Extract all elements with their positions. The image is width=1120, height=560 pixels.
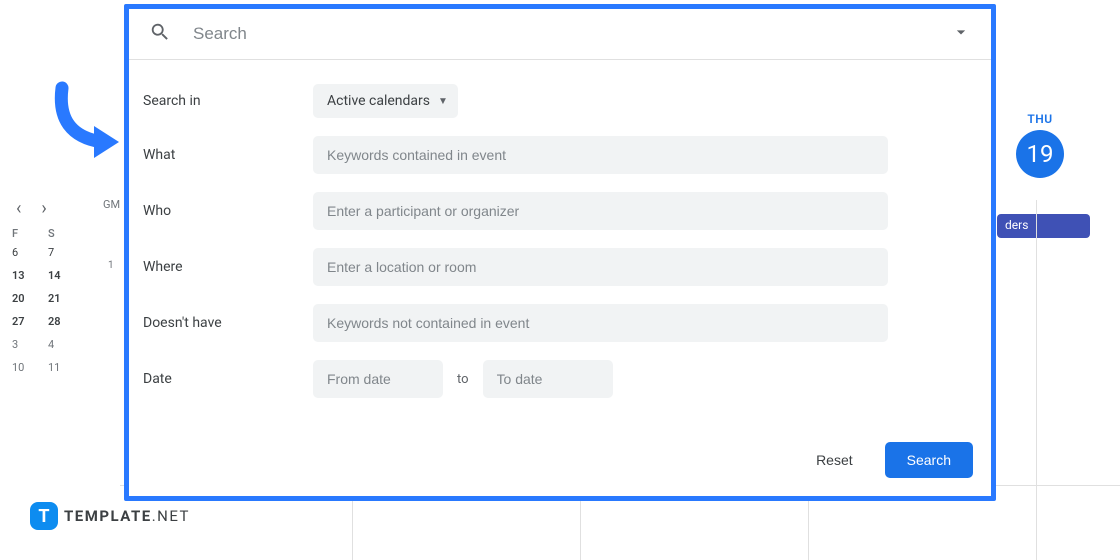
who-label: Who — [143, 203, 313, 219]
doesnt-have-input[interactable] — [313, 304, 888, 342]
mini-prev-icon[interactable]: ‹ — [16, 198, 21, 219]
date-to-label: to — [457, 372, 469, 387]
who-input[interactable] — [313, 192, 888, 230]
from-date-input[interactable] — [313, 360, 443, 398]
search-panel: Search in Active calendars ▼ What Who W — [124, 4, 996, 501]
search-in-label: Search in — [143, 93, 313, 109]
where-label: Where — [143, 259, 313, 275]
search-button[interactable]: Search — [885, 442, 973, 478]
doesnt-have-label: Doesn't have — [143, 315, 313, 331]
form-actions: Reset Search — [129, 436, 991, 496]
to-date-input[interactable] — [483, 360, 613, 398]
search-in-value: Active calendars — [327, 93, 430, 109]
timezone-label: GM — [103, 198, 120, 211]
calendar-event[interactable]: ders — [997, 214, 1090, 238]
what-input[interactable] — [313, 136, 888, 174]
callout-arrow-icon — [44, 80, 124, 174]
search-in-dropdown[interactable]: Active calendars ▼ — [313, 84, 458, 118]
day-name: THU — [1016, 112, 1064, 126]
mini-day-header: F — [12, 227, 48, 240]
where-input[interactable] — [313, 248, 888, 286]
logo-icon: T — [30, 502, 58, 530]
search-icon — [149, 21, 171, 47]
mini-day-header: S — [48, 227, 84, 240]
search-input[interactable] — [193, 24, 951, 44]
day-column-header: THU 19 — [1016, 112, 1064, 178]
collapse-icon[interactable] — [951, 22, 971, 46]
what-label: What — [143, 147, 313, 163]
search-bar — [129, 9, 991, 60]
search-form: Search in Active calendars ▼ What Who W — [129, 60, 991, 436]
day-number-today[interactable]: 19 — [1016, 130, 1064, 178]
time-label: 1 — [108, 260, 114, 271]
mini-next-icon[interactable]: › — [41, 198, 46, 219]
date-label: Date — [143, 371, 313, 387]
reset-button[interactable]: Reset — [808, 444, 861, 476]
template-net-logo: T TEMPLATE.NET — [30, 502, 190, 530]
chevron-down-icon: ▼ — [438, 96, 448, 107]
mini-calendar: ‹ › F S 67 1314 2021 2728 34 1011 — [0, 190, 100, 392]
logo-text: TEMPLATE.NET — [64, 507, 190, 525]
